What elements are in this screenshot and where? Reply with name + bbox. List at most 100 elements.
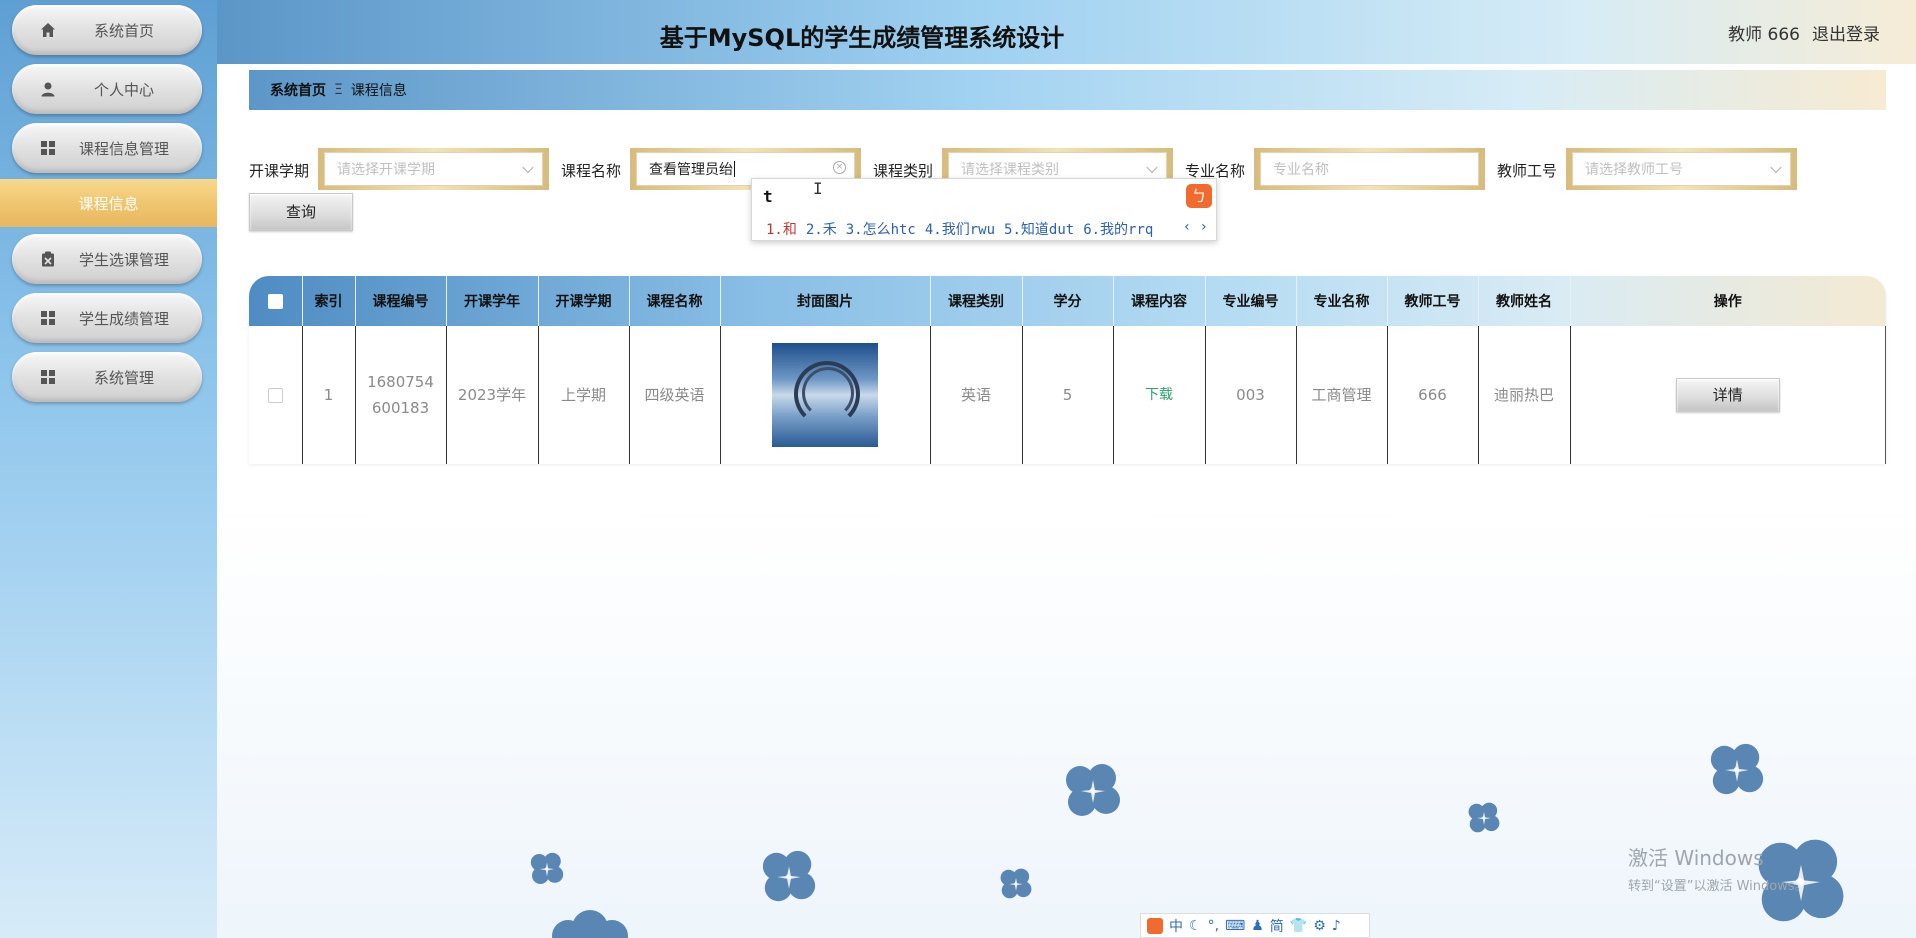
cell-category: 英语 xyxy=(930,326,1023,464)
grid-icon xyxy=(40,140,56,156)
flower-decoration-icon xyxy=(1710,743,1764,795)
keyboard-icon[interactable]: ⌨ xyxy=(1225,918,1245,934)
major-input-inner: 专业名称 xyxy=(1260,152,1479,186)
clear-icon[interactable]: × xyxy=(833,161,846,174)
detail-button[interactable]: 详情 xyxy=(1675,377,1780,412)
ime-candidate[interactable]: 6.我的rrq xyxy=(1083,219,1153,239)
sidebar-item-grade-manage[interactable]: 学生成绩管理 xyxy=(12,293,202,343)
sidebar-subitem-course-info[interactable]: 课程信息 xyxy=(0,179,217,227)
logout-link[interactable]: 退出登录 xyxy=(1812,20,1880,45)
ime-status-bar: 中 ☾ °, ⌨ ♟ 简 👕 ⚙ ♪ xyxy=(1140,913,1370,938)
user-icon[interactable]: ♟ xyxy=(1251,918,1264,934)
cell-cover xyxy=(720,326,931,464)
cell-teacher-no: 666 xyxy=(1387,326,1479,464)
flower-decoration-icon xyxy=(1468,802,1500,833)
ime-candidate[interactable]: 5.知道dut xyxy=(1004,219,1074,239)
punctuation-icon[interactable]: °, xyxy=(1208,918,1219,934)
ime-logo-icon: ㄅ xyxy=(1186,184,1212,208)
major-placeholder: 专业名称 xyxy=(1273,162,1329,178)
tiktok-icon[interactable]: ♪ xyxy=(1332,918,1341,934)
ime-candidate-popup: t I ㄅ 1.和 2.禾 3.怎么htc 4.我们rwu 5.知道dut 6.… xyxy=(751,178,1217,241)
cell-major: 工商管理 xyxy=(1296,326,1388,464)
term-select-inner: 请选择开课学期 xyxy=(324,152,543,186)
breadcrumb: 系统首页 Ξ 课程信息 xyxy=(249,70,1886,110)
term-placeholder: 请选择开课学期 xyxy=(337,162,435,178)
sidebar-item-profile[interactable]: 个人中心 xyxy=(12,64,202,114)
cell-action: 详情 xyxy=(1570,326,1886,464)
teacher-no-select[interactable]: 请选择教师工号 xyxy=(1566,148,1797,190)
windows-activation-watermark: 激活 Windows 转到“设置”以激活 Windows。 xyxy=(1628,842,1808,894)
ime-candidate[interactable]: 3.怎么htc xyxy=(846,219,916,239)
ime-page-nav[interactable]: ‹ › xyxy=(1183,219,1208,235)
user-area: 教师 666 退出登录 xyxy=(1728,20,1880,45)
teacher-no-select-inner: 请选择教师工号 xyxy=(1572,152,1791,186)
course-name-label: 课程名称 xyxy=(561,162,622,180)
table-header-row: 索引 课程编号 开课学年 开课学期 课程名称 封面图片 课程类别 学分 课程内容… xyxy=(249,276,1886,326)
skin-icon[interactable]: 👕 xyxy=(1290,918,1307,934)
column-header: 课程内容 xyxy=(1113,276,1206,326)
ime-mode-toggle[interactable]: 中 xyxy=(1169,916,1183,936)
cell-course-no: 1680754600183 xyxy=(355,326,447,464)
user-icon xyxy=(40,81,56,97)
gear-icon[interactable]: ⚙ xyxy=(1313,918,1326,934)
flower-decoration-icon xyxy=(552,910,628,938)
chevron-down-icon xyxy=(1146,161,1158,174)
cover-bridge-arch-inner xyxy=(802,366,854,419)
select-all-checkbox[interactable] xyxy=(267,293,283,309)
column-header: 课程名称 xyxy=(629,276,721,326)
grid-icon xyxy=(40,310,56,326)
ime-typed-text: t xyxy=(763,187,773,206)
table-row: 1 1680754600183 2023学年 上学期 四级英语 英语 5 下载 … xyxy=(249,326,1886,464)
column-header: 课程类别 xyxy=(930,276,1023,326)
current-user: 教师 666 xyxy=(1728,25,1800,45)
ime-candidate[interactable]: 4.我们rwu xyxy=(925,219,995,239)
column-header: 开课学期 xyxy=(538,276,630,326)
teacher-no-placeholder: 请选择教师工号 xyxy=(1585,162,1683,178)
sidebar-item-course-manage[interactable]: 课程信息管理 xyxy=(12,123,202,173)
sidebar-item-course-selection[interactable]: 学生选课管理 xyxy=(12,234,202,284)
cell-index: 1 xyxy=(302,326,356,464)
cover-image[interactable] xyxy=(772,342,878,447)
major-input[interactable]: 专业名称 xyxy=(1254,148,1485,190)
query-button[interactable]: 查询 xyxy=(249,193,353,231)
term-label: 开课学期 xyxy=(249,162,310,180)
column-header: 索引 xyxy=(302,276,356,326)
row-select-cell xyxy=(249,326,303,464)
breadcrumb-separator: Ξ xyxy=(334,82,343,98)
text-cursor-icon: I xyxy=(813,179,823,198)
clipboard-icon xyxy=(40,251,56,267)
row-checkbox[interactable] xyxy=(267,387,283,403)
course-name-value: 查看管理员绐 xyxy=(649,162,733,178)
sidebar-item-home[interactable]: 系统首页 xyxy=(12,5,202,55)
cell-teacher-name: 迪丽热巴 xyxy=(1478,326,1571,464)
download-link[interactable]: 下载 xyxy=(1145,387,1173,403)
term-select[interactable]: 请选择开课学期 xyxy=(318,148,549,190)
column-header: 操作 xyxy=(1570,276,1886,326)
top-header: 基于MySQL的学生成绩管理系统设计 教师 666 退出登录 xyxy=(217,0,1916,64)
column-header: 学分 xyxy=(1022,276,1114,326)
grid-icon xyxy=(40,369,56,385)
ime-candidate[interactable]: 1.和 xyxy=(766,219,797,239)
column-header: 课程编号 xyxy=(355,276,447,326)
category-placeholder: 请选择课程类别 xyxy=(961,162,1059,178)
breadcrumb-home[interactable]: 系统首页 xyxy=(270,80,326,100)
sidebar: 系统首页 个人中心 课程信息管理 课程信息 学生选课管理 学生成绩管理 系统管理 xyxy=(0,0,217,938)
cell-major-no: 003 xyxy=(1205,326,1297,464)
watermark-line1: 激活 Windows xyxy=(1628,846,1764,870)
ime-candidate[interactable]: 2.禾 xyxy=(806,219,837,239)
teacher-no-label: 教师工号 xyxy=(1497,162,1558,180)
select-all-cell xyxy=(249,276,303,326)
flower-decoration-icon xyxy=(1066,764,1120,816)
chevron-down-icon xyxy=(1770,161,1782,174)
ime-candidate-list: 1.和 2.禾 3.怎么htc 4.我们rwu 5.知道dut 6.我的rrq xyxy=(766,219,1153,239)
chevron-down-icon xyxy=(522,161,534,174)
cell-year: 2023学年 xyxy=(446,326,539,464)
ime-simplified-toggle[interactable]: 简 xyxy=(1270,916,1284,936)
home-icon xyxy=(40,22,56,38)
breadcrumb-current: 课程信息 xyxy=(350,83,407,99)
column-header: 封面图片 xyxy=(720,276,931,326)
course-no-text: 1680754600183 xyxy=(367,372,434,417)
moon-icon[interactable]: ☾ xyxy=(1189,918,1202,934)
sidebar-item-system[interactable]: 系统管理 xyxy=(12,352,202,402)
ime-logo-icon[interactable] xyxy=(1147,917,1163,934)
